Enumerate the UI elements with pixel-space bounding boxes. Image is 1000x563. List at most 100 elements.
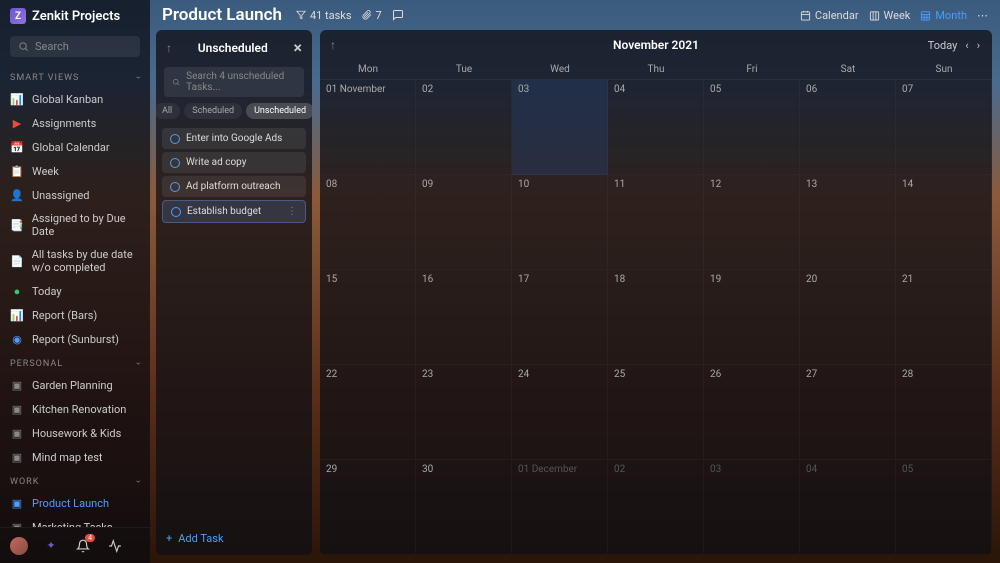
- apps-icon[interactable]: ✦: [42, 537, 60, 555]
- sidebar-item-smartview[interactable]: 👤Unassigned: [0, 183, 150, 207]
- sidebar-item-project[interactable]: ▣Product Launch: [0, 491, 150, 515]
- project-icon: ▣: [10, 378, 24, 392]
- view-week[interactable]: Week: [869, 9, 911, 22]
- calendar-cell[interactable]: 11: [608, 175, 704, 270]
- view-month[interactable]: Month: [920, 9, 967, 22]
- sidebar-item-label: Assigned to by Due Date: [32, 212, 140, 238]
- section-personal[interactable]: PERSONAL ›: [0, 351, 150, 373]
- sidebar-item-smartview[interactable]: 📑Assigned to by Due Date: [0, 207, 150, 243]
- sidebar-item-project[interactable]: ▣Kitchen Renovation: [0, 397, 150, 421]
- notifications-icon[interactable]: 4: [74, 537, 92, 555]
- sidebar-item-project[interactable]: ▣Garden Planning: [0, 373, 150, 397]
- sidebar-scroll: SMART VIEWS › 📊Global Kanban▶Assignments…: [0, 65, 150, 527]
- sidebar-item-smartview[interactable]: ●Today: [0, 279, 150, 303]
- calendar-collapse-icon[interactable]: ↑: [330, 38, 336, 52]
- calendar-cell[interactable]: 13: [800, 175, 896, 270]
- calendar-cell[interactable]: 22: [320, 365, 416, 460]
- sidebar-item-project[interactable]: ▣Marketing Tasks: [0, 515, 150, 527]
- calendar-cell[interactable]: 19: [704, 270, 800, 365]
- task-item[interactable]: Establish budget⋮: [162, 200, 306, 223]
- calendar-cell[interactable]: 25: [608, 365, 704, 460]
- calendar-cell[interactable]: 21: [896, 270, 992, 365]
- calendar-cell[interactable]: 05: [704, 80, 800, 175]
- calendar-cell[interactable]: 16: [416, 270, 512, 365]
- calendar-cell[interactable]: 08: [320, 175, 416, 270]
- app-name: Zenkit Projects: [32, 9, 120, 24]
- calendar-cell[interactable]: 15: [320, 270, 416, 365]
- calendar-cell[interactable]: 30: [416, 460, 512, 555]
- sidebar-item-smartview[interactable]: 📄All tasks by due date w/o completed: [0, 243, 150, 279]
- content: ↑ Unscheduled × Search 4 unscheduled Tas…: [150, 30, 1000, 563]
- today-button[interactable]: Today: [928, 39, 958, 52]
- task-status-icon[interactable]: [171, 207, 181, 217]
- filter-all[interactable]: All: [156, 103, 180, 119]
- calendar-cell[interactable]: 05: [896, 460, 992, 555]
- task-more-icon[interactable]: ⋮: [287, 206, 297, 217]
- calendar-panel: ↑ November 2021 Today ‹ › MonTueWedThuFr…: [320, 30, 992, 555]
- calendar-cell[interactable]: 03: [512, 80, 608, 175]
- close-icon[interactable]: ×: [293, 38, 302, 57]
- task-status-icon[interactable]: [170, 134, 180, 144]
- section-smart-views[interactable]: SMART VIEWS ›: [0, 65, 150, 87]
- filter-tasks[interactable]: 41 tasks: [296, 9, 352, 22]
- view-calendar[interactable]: Calendar: [800, 9, 859, 22]
- sidebar-item-label: Global Kanban: [32, 93, 103, 106]
- calendar-cell[interactable]: 20: [800, 270, 896, 365]
- sidebar-item-label: Report (Sunburst): [32, 333, 119, 346]
- sidebar-item-smartview[interactable]: 📅Global Calendar: [0, 135, 150, 159]
- sidebar-item-smartview[interactable]: ▶Assignments: [0, 111, 150, 135]
- sidebar-item-smartview[interactable]: 📊Global Kanban: [0, 87, 150, 111]
- calendar-cell[interactable]: 02: [608, 460, 704, 555]
- sidebar-item-project[interactable]: ▣Housework & Kids: [0, 421, 150, 445]
- calendar-cell[interactable]: 14: [896, 175, 992, 270]
- calendar-cell[interactable]: 26: [704, 365, 800, 460]
- calendar-cell[interactable]: 01 November: [320, 80, 416, 175]
- filter-unscheduled[interactable]: Unscheduled: [246, 103, 312, 119]
- activity-icon[interactable]: [106, 537, 124, 555]
- calendar-cell[interactable]: 23: [416, 365, 512, 460]
- calendar-cell[interactable]: 27: [800, 365, 896, 460]
- calendar-cell[interactable]: 01 December: [512, 460, 608, 555]
- task-status-icon[interactable]: [170, 182, 180, 192]
- unscheduled-search[interactable]: Search 4 unscheduled Tasks...: [164, 67, 304, 97]
- more-icon[interactable]: ⋯: [977, 9, 988, 22]
- sidebar-item-label: Assignments: [32, 117, 96, 130]
- calendar-cell[interactable]: 07: [896, 80, 992, 175]
- calendar-grid[interactable]: 01 November02030405060708091011121314151…: [320, 80, 992, 555]
- task-label: Enter into Google Ads: [186, 133, 282, 144]
- global-search[interactable]: Search: [10, 36, 140, 57]
- add-task-button[interactable]: + Add Task: [156, 522, 312, 555]
- section-work[interactable]: WORK ›: [0, 469, 150, 491]
- calendar-cell[interactable]: 17: [512, 270, 608, 365]
- avatar[interactable]: [10, 537, 28, 555]
- calendar-cell[interactable]: 02: [416, 80, 512, 175]
- calendar-cell[interactable]: 24: [512, 365, 608, 460]
- calendar-cell[interactable]: 10: [512, 175, 608, 270]
- day-header: Sun: [896, 60, 992, 79]
- next-month-icon[interactable]: ›: [977, 39, 980, 52]
- prev-month-icon[interactable]: ‹: [965, 39, 968, 52]
- task-status-icon[interactable]: [170, 158, 180, 168]
- task-item[interactable]: Ad platform outreach: [162, 176, 306, 197]
- calendar-cell[interactable]: 06: [800, 80, 896, 175]
- attachments-meta[interactable]: 7: [362, 9, 382, 22]
- calendar-cell[interactable]: 04: [608, 80, 704, 175]
- task-item[interactable]: Write ad copy: [162, 152, 306, 173]
- calendar-cell[interactable]: 03: [704, 460, 800, 555]
- calendar-cell[interactable]: 28: [896, 365, 992, 460]
- calendar-month-label: November 2021: [613, 38, 699, 52]
- calendar-cell[interactable]: 29: [320, 460, 416, 555]
- calendar-cell[interactable]: 04: [800, 460, 896, 555]
- sidebar-item-label: Today: [32, 285, 62, 298]
- sidebar-item-smartview[interactable]: 📊Report (Bars): [0, 303, 150, 327]
- filter-scheduled[interactable]: Scheduled: [184, 103, 242, 119]
- calendar-cell[interactable]: 12: [704, 175, 800, 270]
- collapse-icon[interactable]: ↑: [166, 41, 172, 55]
- task-item[interactable]: Enter into Google Ads: [162, 128, 306, 149]
- comments-icon[interactable]: [392, 9, 404, 21]
- sidebar-item-smartview[interactable]: 📋Week: [0, 159, 150, 183]
- sidebar-item-smartview[interactable]: ◉Report (Sunburst): [0, 327, 150, 351]
- calendar-cell[interactable]: 09: [416, 175, 512, 270]
- sidebar-item-project[interactable]: ▣Mind map test: [0, 445, 150, 469]
- calendar-cell[interactable]: 18: [608, 270, 704, 365]
